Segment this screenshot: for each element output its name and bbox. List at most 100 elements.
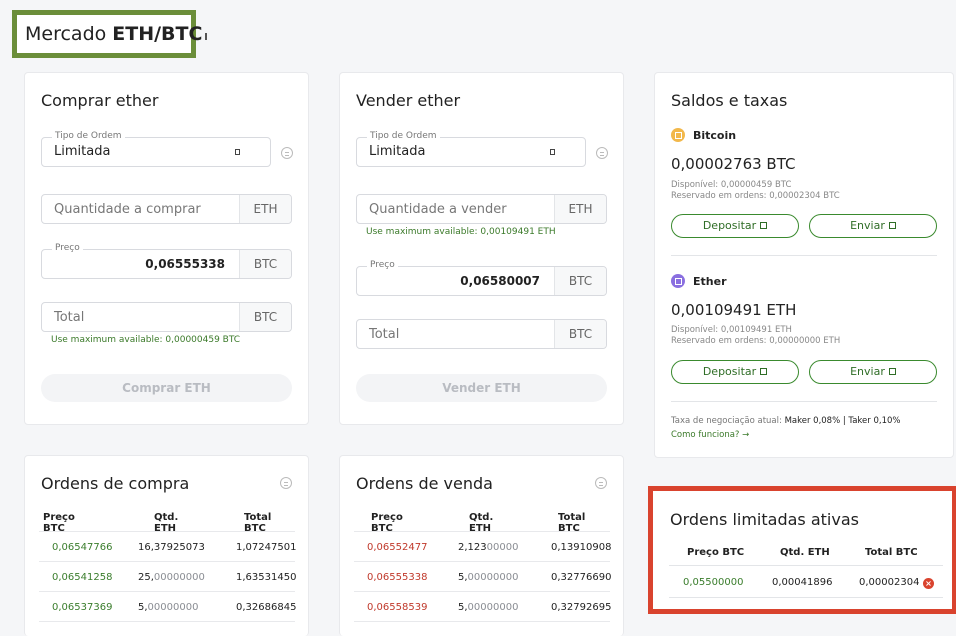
info-icon[interactable]	[280, 477, 292, 489]
divider	[671, 255, 937, 256]
balances-title: Saldos e taxas	[671, 91, 788, 110]
buy-order-type-value: Limitada	[54, 144, 111, 159]
sell-use-max-link[interactable]: Use maximum available: 0,00109491 ETH	[366, 227, 556, 237]
active-order-total: 0,00002304	[859, 577, 920, 588]
qty-main: 2,123	[458, 542, 487, 553]
bitcoin-icon	[671, 128, 685, 142]
sell-quantity-input[interactable]: Quantidade a vender ETH	[356, 194, 607, 224]
qty-main: 5,	[458, 572, 468, 583]
buy-total-unit: BTC	[239, 303, 291, 331]
row-divider	[354, 561, 610, 562]
col-header-total: Total BTC	[865, 547, 918, 558]
eth-available: Disponível: 0,00109491 ETH	[671, 325, 792, 335]
ether-icon	[671, 274, 685, 288]
sell-quantity-unit: ETH	[554, 195, 606, 223]
buy-order-type-select[interactable]: Tipo de Ordem Limitada	[41, 131, 271, 167]
buy-order-total: 0,32686845	[236, 602, 297, 613]
external-link-icon	[888, 222, 896, 229]
row-divider	[39, 591, 295, 592]
buy-price-legend: Preço	[52, 243, 83, 253]
col-header-qty: Qtd. ETH	[780, 547, 830, 558]
sell-submit-button[interactable]: Vender ETH	[356, 374, 607, 402]
buy-order-price[interactable]: 0,06537369	[52, 602, 112, 613]
market-pair: ETH/BTC	[112, 23, 203, 45]
sell-total-unit: BTC	[554, 320, 606, 348]
how-it-works-link[interactable]: Como funciona? →	[671, 430, 749, 440]
buy-order-price[interactable]: 0,06541258	[52, 572, 112, 583]
buy-title: Comprar ether	[41, 91, 159, 110]
sell-order-qty: 2,12300000	[458, 542, 518, 553]
external-link-icon	[888, 368, 896, 375]
btc-send-button[interactable]: Enviar	[809, 214, 937, 238]
sell-order-total: 0,13910908	[551, 542, 612, 553]
buy-total-input[interactable]: Total BTC	[41, 302, 292, 332]
col-header-price: Preço BTC	[687, 547, 745, 558]
sell-order-type-legend: Tipo de Ordem	[367, 131, 440, 141]
sell-order-price[interactable]: 0,06552477	[367, 542, 427, 553]
sell-price-value: 0,06580007	[460, 274, 540, 288]
buy-card: Comprar ether Tipo de Ordem Limitada Qua…	[24, 72, 309, 425]
buy-price-unit: BTC	[239, 250, 291, 278]
buy-order-price[interactable]: 0,06547766	[52, 542, 112, 553]
active-orders-card: Ordens limitadas ativas Preço BTC Qtd. E…	[648, 486, 957, 614]
eth-deposit-label: Depositar	[702, 365, 757, 378]
close-circle-icon[interactable]: ×	[923, 578, 934, 589]
divider	[671, 401, 937, 402]
active-order-price: 0,05500000	[683, 577, 744, 588]
buy-order-qty: 25,00000000	[138, 572, 205, 583]
row-divider	[39, 561, 295, 562]
chevron-down-icon	[550, 149, 555, 155]
page: Mercado ETH/BTC Comprar ether Tipo de Or…	[0, 0, 957, 636]
sell-card: Vender ether Tipo de Ordem Limitada Quan…	[339, 72, 624, 425]
qty-tail: 00000000	[467, 572, 519, 583]
info-icon[interactable]	[595, 477, 607, 489]
sell-title: Vender ether	[356, 91, 461, 110]
btc-reserved: Reservado em ordens: 0,00002304 BTC	[671, 191, 840, 201]
qty-main: 16,37925073	[138, 542, 205, 553]
sell-orders-card: Ordens de venda Preço BTC Qtd. ETH Total…	[339, 455, 624, 636]
market-title-prefix: Mercado	[25, 23, 107, 45]
sell-order-price[interactable]: 0,06558539	[367, 602, 427, 613]
buy-quantity-input[interactable]: Quantidade a comprar ETH	[41, 194, 292, 224]
buy-total-placeholder: Total	[54, 310, 85, 325]
sell-order-qty: 5,00000000	[458, 572, 518, 583]
buy-order-qty: 16,37925073	[138, 542, 205, 553]
buy-order-type-legend: Tipo de Ordem	[52, 131, 125, 141]
market-title: Mercado ETH/BTC	[12, 10, 208, 58]
sell-price-unit: BTC	[554, 267, 606, 295]
chevron-down-icon	[235, 149, 240, 155]
eth-send-button[interactable]: Enviar	[809, 360, 937, 384]
info-icon[interactable]	[596, 147, 608, 159]
active-orders-title: Ordens limitadas ativas	[670, 510, 859, 529]
sell-total-placeholder: Total	[369, 327, 400, 342]
sell-order-type-value: Limitada	[369, 144, 426, 159]
eth-name: Ether	[693, 274, 727, 288]
row-divider	[669, 597, 943, 598]
buy-price-input[interactable]: Preço 0,06555338 BTC	[41, 243, 292, 279]
btc-available: Disponível: 0,00000459 BTC	[671, 180, 792, 190]
buy-use-max-link[interactable]: Use maximum available: 0,00000459 BTC	[51, 335, 240, 345]
buy-submit-button[interactable]: Comprar ETH	[41, 374, 292, 402]
buy-order-total: 1,07247501	[236, 542, 297, 553]
fee-label: Taxa de negociação atual:	[671, 416, 782, 426]
row-divider	[669, 565, 943, 566]
eth-deposit-button[interactable]: Depositar	[671, 360, 799, 384]
eth-reserved: Reservado em ordens: 0,00000000 ETH	[671, 336, 841, 346]
sell-order-total: 0,32792695	[551, 602, 612, 613]
row-divider	[39, 531, 295, 532]
sell-order-price[interactable]: 0,06555338	[367, 572, 427, 583]
row-divider	[354, 591, 610, 592]
buy-quantity-placeholder: Quantidade a comprar	[54, 202, 201, 217]
btc-send-label: Enviar	[850, 219, 885, 232]
sell-order-qty: 5,00000000	[458, 602, 518, 613]
sell-order-type-select[interactable]: Tipo de Ordem Limitada	[356, 131, 586, 167]
buy-quantity-unit: ETH	[239, 195, 291, 223]
buy-price-value: 0,06555338	[145, 257, 225, 271]
scrollbar-track[interactable]	[956, 0, 980, 636]
qty-main: 5,	[138, 602, 148, 613]
info-icon[interactable]	[281, 147, 293, 159]
btc-deposit-button[interactable]: Depositar	[671, 214, 799, 238]
external-link-icon[interactable]	[205, 32, 208, 40]
sell-total-input[interactable]: Total BTC	[356, 319, 607, 349]
sell-price-input[interactable]: Preço 0,06580007 BTC	[356, 260, 607, 296]
